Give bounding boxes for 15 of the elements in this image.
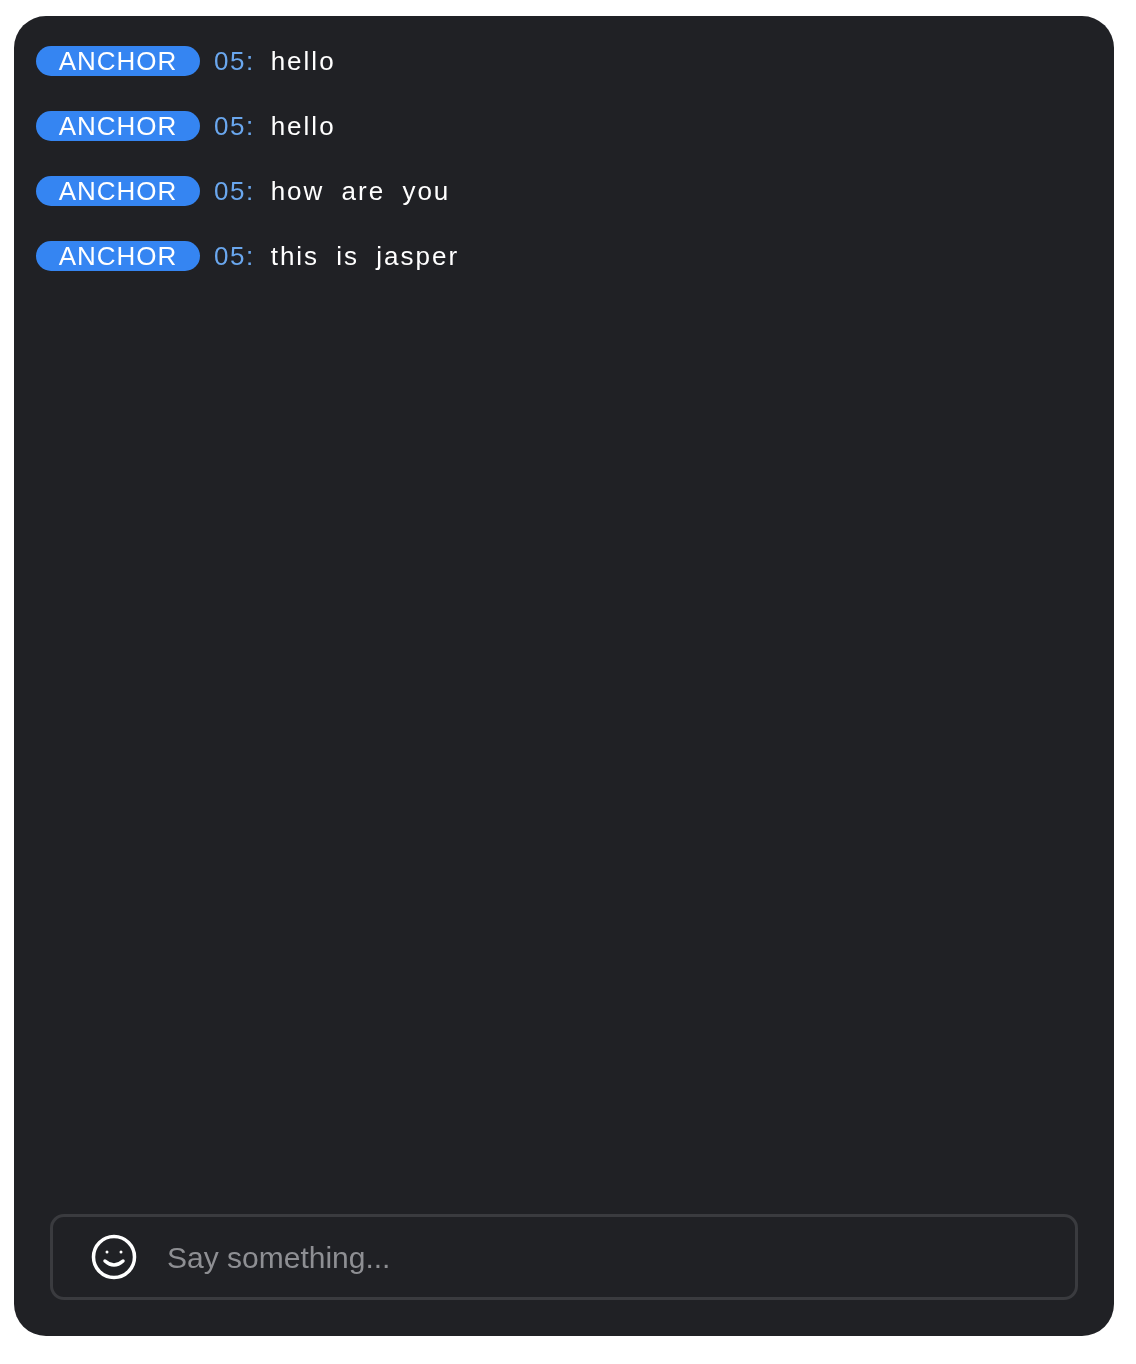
- username: 05:: [214, 113, 255, 139]
- message-text: how are you: [270, 178, 451, 204]
- role-badge: ANCHOR: [36, 241, 200, 271]
- role-badge: ANCHOR: [36, 176, 200, 206]
- smiley-icon[interactable]: [91, 1234, 137, 1280]
- message-text: hello: [270, 113, 336, 139]
- username: 05:: [214, 178, 255, 204]
- role-badge: ANCHOR: [36, 111, 200, 141]
- message-text: this is jasper: [270, 243, 460, 269]
- message-text: hello: [270, 48, 336, 74]
- role-badge: ANCHOR: [36, 46, 200, 76]
- username: 05:: [214, 48, 255, 74]
- username: 05:: [214, 243, 255, 269]
- message-input[interactable]: Say something...: [50, 1214, 1078, 1300]
- message-field[interactable]: Say something...: [167, 1234, 1075, 1280]
